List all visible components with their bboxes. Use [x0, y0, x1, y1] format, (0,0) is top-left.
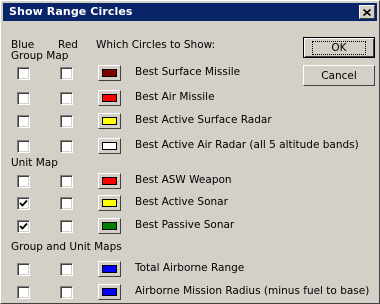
blue-checkbox[interactable]: [17, 67, 30, 80]
show-range-circles-dialog: Show Range Circles Blue Red Which Circle…: [0, 0, 380, 304]
circle-option-label: Best Air Missile: [135, 91, 215, 103]
blue-checkbox[interactable]: [17, 286, 30, 299]
blue-checkbox[interactable]: [17, 175, 30, 188]
red-checkbox[interactable]: [60, 175, 73, 188]
blue-checkbox[interactable]: [17, 220, 30, 233]
blue-checkbox[interactable]: [17, 92, 30, 105]
window-title: Show Range Circles: [9, 5, 133, 18]
color-swatch: [102, 265, 117, 273]
red-checkbox[interactable]: [60, 140, 73, 153]
color-swatch-button[interactable]: [98, 261, 121, 277]
color-swatch-button[interactable]: [98, 65, 121, 81]
color-swatch: [102, 69, 117, 77]
red-checkbox[interactable]: [60, 67, 73, 80]
color-swatch-button[interactable]: [98, 218, 121, 234]
blue-checkbox[interactable]: [17, 263, 30, 276]
red-checkbox[interactable]: [60, 286, 73, 299]
blue-checkbox[interactable]: [17, 197, 30, 210]
section-label: Unit Map: [11, 157, 58, 169]
color-swatch: [102, 177, 117, 185]
color-swatch-button[interactable]: [98, 90, 121, 106]
red-checkbox[interactable]: [60, 115, 73, 128]
circle-option-label: Best Active Surface Radar: [135, 114, 272, 126]
title-bar: Show Range Circles: [3, 3, 377, 21]
section-label: Group Map: [11, 50, 69, 62]
which-circles-heading: Which Circles to Show:: [96, 39, 216, 51]
color-swatch: [102, 288, 117, 296]
close-icon: [363, 8, 371, 16]
ok-button[interactable]: OK: [303, 37, 375, 58]
color-swatch: [102, 199, 117, 207]
red-checkbox[interactable]: [60, 263, 73, 276]
color-swatch: [102, 142, 117, 150]
color-swatch-button[interactable]: [98, 113, 121, 129]
blue-checkbox[interactable]: [17, 140, 30, 153]
checkmark-icon: [19, 222, 28, 230]
circle-option-label: Best Surface Missile: [135, 66, 241, 78]
color-swatch-button[interactable]: [98, 195, 121, 211]
color-swatch-button[interactable]: [98, 284, 121, 300]
red-checkbox[interactable]: [60, 197, 73, 210]
color-swatch: [102, 222, 117, 230]
circle-option-label: Best Active Sonar: [135, 196, 228, 208]
checkmark-icon: [19, 199, 28, 207]
red-checkbox[interactable]: [60, 220, 73, 233]
circle-option-label: Airborne Mission Radius (minus fuel to b…: [135, 285, 370, 297]
circle-option-label: Best Passive Sonar: [135, 219, 235, 231]
circle-option-label: Total Airborne Range: [135, 262, 245, 274]
color-swatch: [102, 94, 117, 102]
circle-option-label: Best Active Air Radar (all 5 altitude ba…: [135, 139, 359, 151]
ok-button-label: OK: [312, 40, 366, 55]
cancel-button[interactable]: Cancel: [303, 65, 375, 86]
color-swatch: [102, 117, 117, 125]
circle-option-label: Best ASW Weapon: [135, 174, 232, 186]
section-label: Group and Unit Maps: [11, 241, 122, 253]
color-swatch-button[interactable]: [98, 173, 121, 189]
red-checkbox[interactable]: [60, 92, 73, 105]
blue-checkbox[interactable]: [17, 115, 30, 128]
cancel-button-label: Cancel: [321, 69, 357, 82]
close-button[interactable]: [359, 5, 375, 19]
color-swatch-button[interactable]: [98, 138, 121, 154]
